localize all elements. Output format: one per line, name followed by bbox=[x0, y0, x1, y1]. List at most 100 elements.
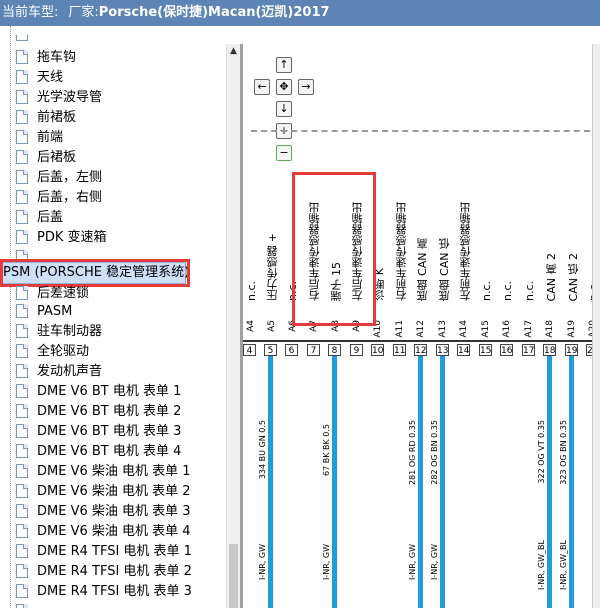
wire-pin-8[interactable] bbox=[332, 356, 337, 608]
tree-item[interactable]: PASM bbox=[16, 302, 72, 322]
pin-number: 13 bbox=[436, 344, 449, 356]
tree-item-label: 后盖，左侧 bbox=[37, 170, 103, 185]
pin-number: 17 bbox=[522, 344, 535, 356]
connector-boundary-dash bbox=[251, 130, 600, 132]
tree-item[interactable]: 后盖，右侧 bbox=[16, 188, 102, 208]
tree-item[interactable]: DME V6 BT 电机 表单 1 bbox=[16, 382, 181, 402]
tree-item[interactable]: DME R4 TFSI 电机 表单 1 bbox=[16, 542, 192, 562]
tree-item[interactable]: DME V6 柴油 电机 表单 1 bbox=[16, 462, 191, 482]
document-icon bbox=[16, 170, 28, 184]
scroll-thumb[interactable] bbox=[229, 544, 238, 608]
pin-name: A4 bbox=[246, 320, 256, 332]
component-tree: 拖车钩 天线 光学波导管 前裙板 前端 后裙板 后盖，左侧 后盖，右侧 后盖 P… bbox=[0, 26, 226, 608]
pan-right-button[interactable]: → bbox=[298, 79, 314, 95]
tree-item[interactable]: 后盖 bbox=[16, 208, 63, 228]
tree-item[interactable]: DME V6 柴油 电机 表单 4 bbox=[16, 522, 191, 542]
tree-item-label: DME V6 BT 电机 表单 4 bbox=[37, 444, 182, 459]
tree-item[interactable]: DME V6 BT 电机 表单 4 bbox=[16, 442, 181, 462]
document-icon bbox=[16, 304, 28, 318]
document-icon bbox=[16, 424, 28, 438]
tree-item[interactable]: 后盖，左侧 bbox=[16, 168, 102, 188]
wire-pin-18[interactable] bbox=[547, 356, 552, 608]
tree-item-label: 前裙板 bbox=[37, 110, 77, 125]
wiring-diagram: ↑ ← ✥ → ↓ + − n.c. 压力传感器 + n.c. 右后车速传感器输… bbox=[243, 44, 600, 608]
pan-left-button[interactable]: ← bbox=[254, 79, 270, 95]
tree-item-label: DME V6 BT 电机 表单 1 bbox=[37, 384, 182, 399]
document-icon bbox=[16, 444, 28, 458]
document-icon bbox=[16, 70, 28, 84]
tree-item[interactable]: 前裙板 bbox=[16, 108, 76, 128]
tree-item-label: 光学波导管 bbox=[37, 90, 103, 105]
wire-type: I-NR, GW bbox=[258, 544, 267, 580]
pin-number: 12 bbox=[414, 344, 427, 356]
tree-item[interactable]: 前端 bbox=[16, 128, 63, 148]
tree-item[interactable]: DME V6 BT 电机 表单 3 bbox=[16, 422, 181, 442]
pin-name: A13 bbox=[438, 320, 448, 338]
pan-center-button[interactable]: ✥ bbox=[276, 79, 292, 95]
document-icon bbox=[16, 484, 28, 498]
tree-item[interactable]: 光学波导管 bbox=[16, 88, 102, 108]
tree-item[interactable]: DME V6 柴油 电机 表单 2 bbox=[16, 482, 191, 502]
wire-code: 282 OG BN 0.35 bbox=[430, 420, 439, 485]
tree-item[interactable]: 全轮驱动 bbox=[16, 342, 89, 362]
document-icon bbox=[16, 324, 28, 338]
signal-label: n.c. bbox=[245, 280, 258, 301]
wire-code: 334 BU GN 0.5 bbox=[258, 420, 267, 480]
zoom-out-button[interactable]: − bbox=[276, 145, 292, 161]
tree-item[interactable]: 后差速锁 bbox=[16, 284, 89, 304]
pin-name: A15 bbox=[481, 320, 491, 338]
tree-item[interactable]: 驻车制动器 bbox=[16, 322, 102, 342]
pin-number: 11 bbox=[393, 344, 406, 356]
wire-type: I-NR, GW bbox=[322, 544, 331, 580]
connector-bar bbox=[243, 340, 600, 342]
document-icon bbox=[16, 464, 28, 478]
document-icon bbox=[16, 344, 28, 358]
document-icon bbox=[16, 364, 28, 378]
diagram-scrollbar[interactable] bbox=[592, 44, 600, 608]
document-icon bbox=[16, 210, 28, 224]
tree-item-label: 拖车钩 bbox=[37, 50, 77, 65]
wire-pin-5[interactable] bbox=[268, 356, 273, 608]
signal-label: CAN 低 2 bbox=[567, 252, 580, 301]
document-icon bbox=[16, 230, 28, 244]
wire-pin-19[interactable] bbox=[569, 356, 574, 608]
tree-item[interactable]: DME R4 TFSI 电机 表单 2 bbox=[16, 562, 192, 582]
wire-pin-13[interactable] bbox=[440, 356, 445, 608]
tree-item-label: DME R4 TFSI 电机 表单 1 bbox=[37, 544, 192, 559]
pin-number: 5 bbox=[264, 344, 277, 356]
tree-scrollbar[interactable]: ▲ bbox=[226, 44, 240, 608]
pin-name: A18 bbox=[545, 320, 555, 338]
pan-down-button[interactable]: ↓ bbox=[276, 101, 292, 117]
document-icon bbox=[16, 604, 28, 608]
tree-item[interactable]: 发动机声音 bbox=[16, 362, 102, 382]
document-icon bbox=[16, 150, 28, 164]
tree-item-label: DME V6 柴油 电机 表单 3 bbox=[37, 504, 191, 519]
tree-item[interactable]: DME V6 BT 电机 表单 2 bbox=[16, 402, 181, 422]
wire-code: 323 OG BN 0.35 bbox=[559, 420, 568, 485]
tree-item[interactable]: 天线 bbox=[16, 68, 63, 88]
signal-label: 右前车速传感器输出 bbox=[395, 202, 408, 301]
document-icon bbox=[16, 404, 28, 418]
pan-up-button[interactable]: ↑ bbox=[276, 57, 292, 73]
tree-guide-line bbox=[10, 26, 11, 608]
pin-number: 14 bbox=[457, 344, 470, 356]
tree-item[interactable]: 拖车钩 bbox=[16, 48, 76, 68]
tree-item[interactable]: DME R4 TFSI 电机 表单 3 bbox=[16, 582, 192, 602]
tree-item-label: PASM bbox=[37, 304, 73, 319]
tree-item[interactable]: 后裙板 bbox=[16, 148, 76, 168]
scroll-up-arrow-icon[interactable]: ▲ bbox=[227, 44, 240, 58]
wire-pin-12[interactable] bbox=[418, 356, 423, 608]
pin-name: A16 bbox=[502, 320, 512, 338]
pin-name: A5 bbox=[267, 320, 277, 332]
annotation-highlight-box bbox=[292, 172, 376, 326]
document-icon bbox=[16, 50, 28, 64]
tree-item[interactable]: PDK 变速箱 bbox=[16, 228, 107, 248]
title-bar: 当前车型: 厂家:Porsche(保时捷)Macan(迈凯)2017 bbox=[0, 0, 600, 26]
document-icon bbox=[16, 190, 28, 204]
pin-number: 19 bbox=[565, 344, 578, 356]
tree-item-label: DME R4 TFSI 电机 表单 2 bbox=[37, 564, 192, 579]
signal-label: 底盘 CAN 低 bbox=[438, 237, 451, 301]
tree-item-label: 后差速锁 bbox=[37, 286, 90, 301]
wire-type: I-NR, GW_BL bbox=[559, 540, 568, 590]
tree-item[interactable]: DME V6 柴油 电机 表单 3 bbox=[16, 502, 191, 522]
